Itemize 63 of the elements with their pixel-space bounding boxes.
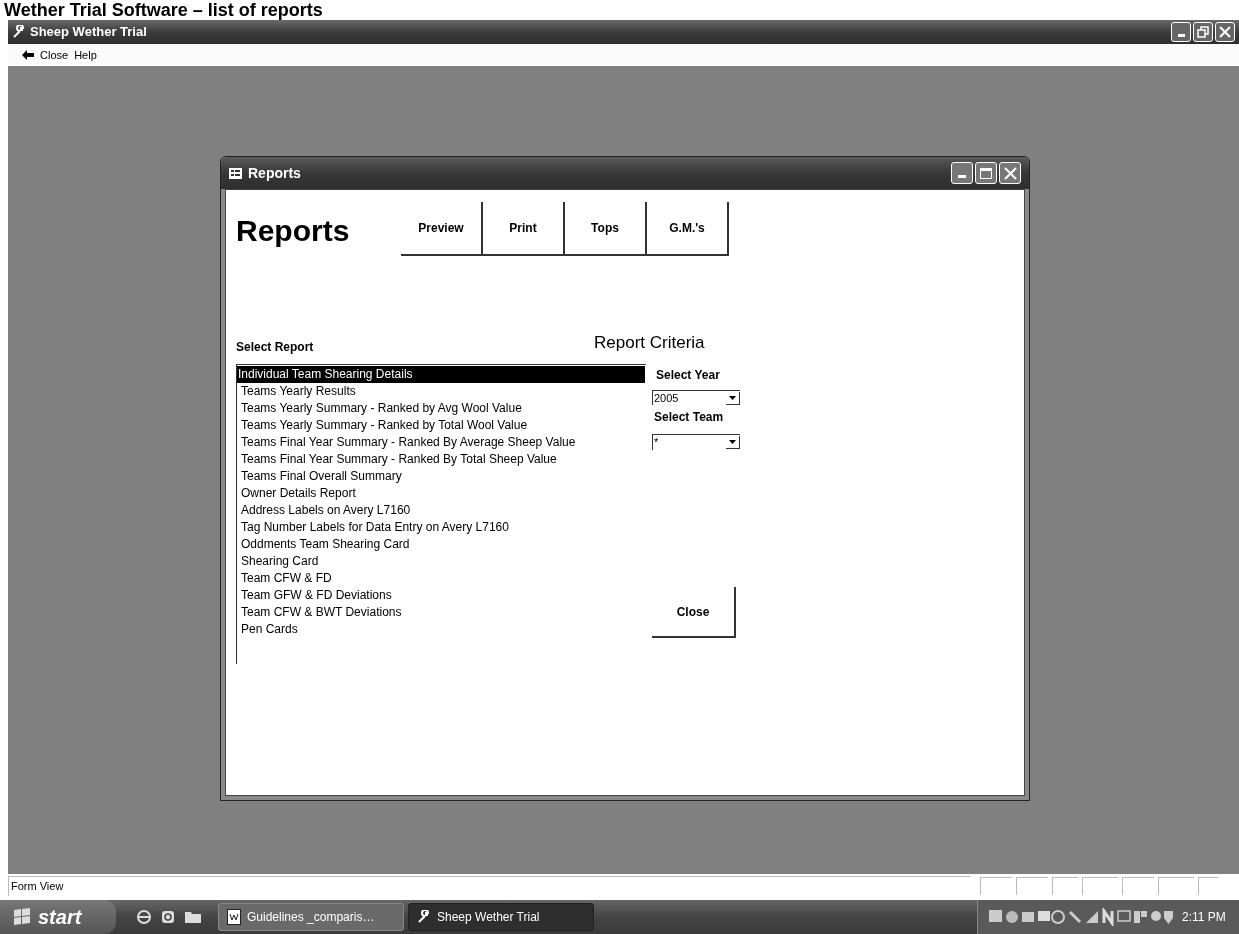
status-panel (980, 877, 1012, 895)
list-item[interactable]: Oddments Team Shearing Card (237, 536, 646, 553)
back-arrow-icon[interactable] (22, 50, 34, 60)
close-button[interactable]: Close (652, 587, 736, 638)
status-panel (1016, 877, 1048, 895)
status-panel (1198, 877, 1218, 895)
list-item[interactable]: Team CFW & FD (237, 570, 646, 587)
minimize-button[interactable] (1171, 22, 1191, 42)
window-title: Reports (248, 163, 302, 183)
status-panel (1052, 877, 1078, 895)
list-item[interactable]: Tag Number Labels for Data Entry on Avery L7160 (237, 519, 646, 536)
list-item[interactable]: Address Labels on Avery L7160 (237, 502, 646, 519)
restore-icon (1197, 26, 1209, 38)
list-item[interactable]: Individual Team Shearing Details (237, 366, 645, 383)
taskbar-button[interactable]: Sheep Wether Trial (408, 903, 594, 931)
browser-icon[interactable] (136, 909, 152, 925)
window-title: Sheep Wether Trial (30, 23, 148, 42)
list-item[interactable]: Teams Final Year Summary - Ranked By Total Sheep Value (237, 451, 646, 468)
wrench-icon (417, 910, 431, 924)
maximize-button[interactable] (975, 162, 997, 184)
list-item[interactable]: Pen Cards (237, 621, 646, 638)
menu-item[interactable]: Close (40, 46, 69, 64)
close-button[interactable] (1215, 22, 1235, 42)
list-item[interactable]: Owner Details Report (237, 485, 646, 502)
taskbar-button[interactable]: Guidelines _comparis… (218, 903, 404, 931)
close-icon (1003, 166, 1017, 180)
menu-item[interactable]: Help (74, 46, 97, 64)
field-label: Select Year (655, 367, 721, 384)
tray-icons-drawing[interactable] (988, 908, 1174, 926)
close-button[interactable] (999, 162, 1021, 184)
list-item[interactable]: Teams Yearly Results (237, 383, 646, 400)
windows-logo-icon (12, 908, 32, 926)
start-button[interactable]: start (0, 900, 116, 934)
page-heading: Wether Trial Software – list of reports (4, 1, 323, 19)
minimize-button[interactable] (951, 162, 973, 184)
section-heading: Report Criteria (594, 332, 706, 354)
close-icon (1219, 26, 1231, 38)
form-icon (229, 167, 242, 179)
status-panel (1082, 877, 1118, 895)
list-item[interactable]: Teams Yearly Summary - Ranked by Total Wool Value (237, 417, 646, 434)
status-text: Form View (8, 876, 970, 896)
list-item[interactable]: Team CFW & BWT Deviations (237, 604, 646, 621)
team-dropdown[interactable]: * (652, 434, 740, 450)
folder-icon[interactable] (184, 910, 202, 924)
section-label: Select Report (236, 340, 314, 354)
report-list[interactable] (236, 364, 646, 664)
list-item[interactable]: Shearing Card (237, 553, 646, 570)
field-label: Select Team (653, 409, 725, 426)
status-panel (1158, 877, 1194, 895)
form-heading: Reports (236, 216, 351, 246)
list-item[interactable]: Teams Final Overall Summary (237, 468, 646, 485)
wrench-icon (12, 25, 26, 39)
clock: 2:11 PM (1182, 909, 1226, 926)
year-dropdown[interactable]: 2005 (652, 390, 740, 405)
list-item[interactable]: Team GFW & FD Deviations (237, 587, 646, 604)
list-item[interactable]: Teams Yearly Summary - Ranked by Avg Wool Value (237, 400, 646, 417)
restore-button[interactable] (1193, 22, 1213, 42)
list-item[interactable]: Teams Final Year Summary - Ranked By Average Sheep Value (237, 434, 646, 451)
dropdown-arrow-icon (726, 436, 740, 449)
email-icon[interactable] (160, 909, 176, 925)
dropdown-arrow-icon (726, 391, 740, 405)
document-icon (227, 909, 241, 925)
status-panel (1122, 877, 1154, 895)
